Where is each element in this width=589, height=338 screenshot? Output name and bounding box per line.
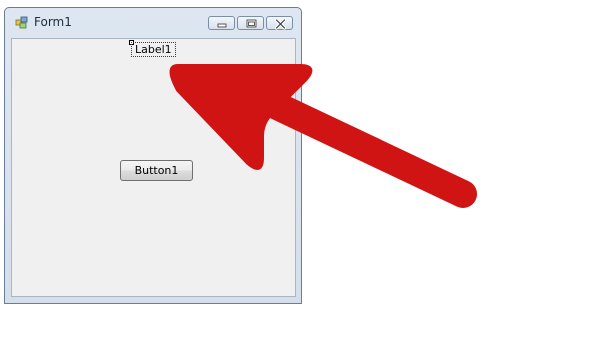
arrow-icon [169,64,477,208]
screenshot: Form1 Label1 Button1 [0,0,589,338]
